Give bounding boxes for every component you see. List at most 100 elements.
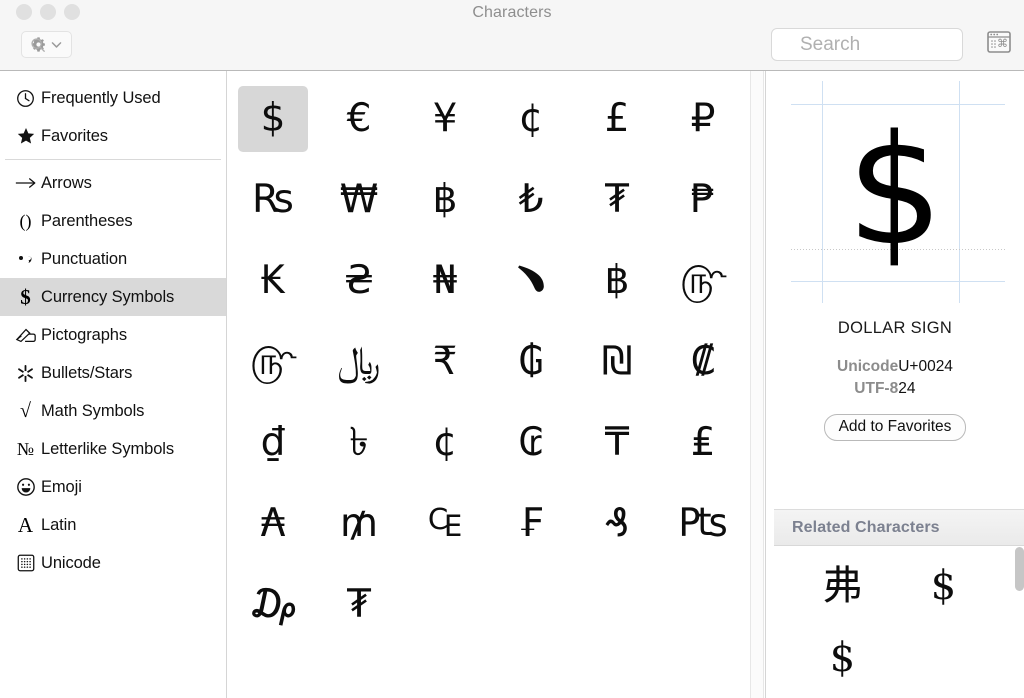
character-cell[interactable]: ₠	[402, 483, 488, 564]
character-glyph: ₦	[432, 257, 458, 303]
sidebar-item-parentheses[interactable]: () Parentheses	[0, 202, 226, 240]
character-cell[interactable]: ¢	[402, 402, 488, 483]
character-cell[interactable]: ฿	[402, 159, 488, 240]
character-cell[interactable]: ₦	[402, 240, 488, 321]
character-glyph: $	[238, 85, 308, 152]
character-cell[interactable]: ₤	[660, 402, 746, 483]
character-grid-panel[interactable]: $ € ¥ ¢ £ ₽ ₨ ₩ ฿ ₺ ₮ ₱ ₭ ₴ ₦ ﹅ ฿ ௹ ௹ ﷼ ₹ ₲ ₪ ₡ ₫ ৳ ¢ ₢ ₸ ₤ ₳ ₥ ₠ ₣ ₰ ₧ ₯ ₮	[228, 71, 750, 698]
character-cell[interactable]: ₴	[316, 240, 402, 321]
character-cell[interactable]: €	[316, 78, 402, 159]
character-glyph: ₮	[346, 581, 372, 627]
character-cell[interactable]: ௹	[230, 321, 316, 402]
sidebar-item-label: Currency Symbols	[41, 287, 175, 306]
character-glyph: ₹	[432, 338, 458, 384]
character-grid-scrollbar[interactable]	[750, 71, 764, 698]
character-cell[interactable]: ₱	[660, 159, 746, 240]
action-menu-button[interactable]	[21, 31, 72, 58]
sidebar-item-label: Pictographs	[41, 325, 128, 344]
character-cell[interactable]: ₽	[660, 78, 746, 159]
related-character-cell[interactable]: 弗	[792, 550, 893, 622]
character-cell[interactable]: ₧	[660, 483, 746, 564]
character-glyph: ₰	[604, 500, 630, 546]
add-to-favorites-button[interactable]: Add to Favorites	[823, 414, 967, 441]
character-glyph: ₭	[260, 257, 286, 303]
character-cell[interactable]: £	[574, 78, 660, 159]
character-cell[interactable]: ₮	[316, 564, 402, 645]
character-cell[interactable]: ₪	[574, 321, 660, 402]
sidebar-item-math-symbols[interactable]: √ Math Symbols	[0, 392, 226, 430]
character-glyph: ₤	[690, 419, 716, 465]
character-cell[interactable]: ﷼	[316, 321, 402, 402]
character-glyph: ₴	[343, 257, 375, 303]
character-cell[interactable]: ₣	[488, 483, 574, 564]
sidebar-item-label: Bullets/Stars	[41, 363, 133, 382]
character-glyph: ₩	[339, 176, 379, 222]
character-glyph: ₥	[340, 500, 378, 546]
character-cell[interactable]: ₺	[488, 159, 574, 240]
character-cell[interactable]: ௹	[660, 240, 746, 321]
titlebar: Characters Search ⌘	[0, 0, 1024, 71]
character-cell[interactable]: ₸	[574, 402, 660, 483]
keyboard-viewer-button[interactable]: ⌘	[985, 31, 1013, 57]
character-cell[interactable]: ₯	[230, 564, 316, 645]
character-cell[interactable]: ₰	[574, 483, 660, 564]
character-cell[interactable]: ฿	[574, 240, 660, 321]
related-characters-header: Related Characters	[774, 510, 1024, 546]
character-metadata-table: Unicode U+0024 UTF-8 24	[837, 356, 953, 400]
character-cell[interactable]: ₮	[574, 159, 660, 240]
sidebar-item-bullets-stars[interactable]: Bullets/Stars	[0, 354, 226, 392]
character-grid[interactable]: $ € ¥ ¢ £ ₽ ₨ ₩ ฿ ₺ ₮ ₱ ₭ ₴ ₦ ﹅ ฿ ௹ ௹ ﷼ ₹ ₲ ₪ ₡ ₫ ৳ ¢ ₢ ₸ ₤ ₳ ₥ ₠ ₣ ₰ ₧ ₯ ₮	[228, 71, 750, 645]
sidebar-item-label: Arrows	[41, 173, 92, 192]
search-input[interactable]	[800, 33, 950, 56]
character-cell[interactable]: ₲	[488, 321, 574, 402]
character-cell[interactable]: ৳	[316, 402, 402, 483]
sidebar-item-frequently-used[interactable]: Frequently Used	[0, 79, 226, 117]
character-glyph: ₧	[678, 500, 728, 546]
related-characters-grid[interactable]: 弗 $ $	[774, 546, 1024, 694]
related-characters-section: Related Characters 弗 $ $	[774, 509, 1024, 698]
character-glyph: ₣	[518, 500, 544, 546]
sidebar-item-pictographs[interactable]: Pictographs	[0, 316, 226, 354]
character-cell[interactable]: ₢	[488, 402, 574, 483]
sidebar-item-currency-symbols[interactable]: $ Currency Symbols	[0, 278, 226, 316]
sidebar-item-arrows[interactable]: Arrows	[0, 164, 226, 202]
related-character-cell[interactable]: $	[893, 550, 994, 622]
smiley-icon	[10, 477, 41, 497]
character-cell[interactable]: ¢	[488, 78, 574, 159]
character-cell[interactable]: $	[230, 78, 316, 159]
character-cell[interactable]: ₳	[230, 483, 316, 564]
metadata-value: U+0024	[898, 358, 953, 375]
sidebar-item-punctuation[interactable]: Punctuation	[0, 240, 226, 278]
asterisk-icon	[10, 363, 41, 384]
character-glyph: ฿	[604, 257, 630, 303]
character-cell[interactable]: ₹	[402, 321, 488, 402]
numero-icon: №	[16, 439, 35, 459]
character-cell[interactable]: ₥	[316, 483, 402, 564]
character-glyph: ﹅	[511, 257, 551, 303]
character-cell[interactable]: ₩	[316, 159, 402, 240]
character-cell[interactable]: ﹅	[488, 240, 574, 321]
sidebar-item-letterlike-symbols[interactable]: № Letterlike Symbols	[0, 430, 226, 468]
unicode-grid-icon	[10, 553, 41, 573]
character-cell[interactable]: ₨	[230, 159, 316, 240]
character-cell[interactable]: ₫	[230, 402, 316, 483]
search-field[interactable]	[771, 28, 963, 61]
related-characters-scrollbar[interactable]	[1015, 547, 1024, 591]
metadata-key: Unicode	[837, 358, 899, 375]
character-cell[interactable]: ₡	[660, 321, 746, 402]
sidebar-item-unicode[interactable]: Unicode	[0, 544, 226, 582]
character-cell[interactable]: ₭	[230, 240, 316, 321]
sidebar-item-emoji[interactable]: Emoji	[0, 468, 226, 506]
metadata-row-utf8: UTF-8 24	[837, 378, 953, 400]
sidebar[interactable]: Frequently Used Favorites Arrows () Pare	[0, 71, 227, 698]
character-cell[interactable]: ¥	[402, 78, 488, 159]
related-character-cell[interactable]: $	[792, 622, 893, 694]
character-glyph: ₯	[248, 581, 298, 627]
metadata-key: UTF-8	[854, 380, 899, 397]
sidebar-item-latin[interactable]: A Latin	[0, 506, 226, 544]
sidebar-item-favorites[interactable]: Favorites	[0, 117, 226, 155]
character-glyph: ৳	[349, 419, 369, 465]
character-glyph: ₮	[604, 176, 630, 222]
character-glyph: ₲	[518, 338, 544, 384]
pictograph-icon	[10, 326, 41, 344]
